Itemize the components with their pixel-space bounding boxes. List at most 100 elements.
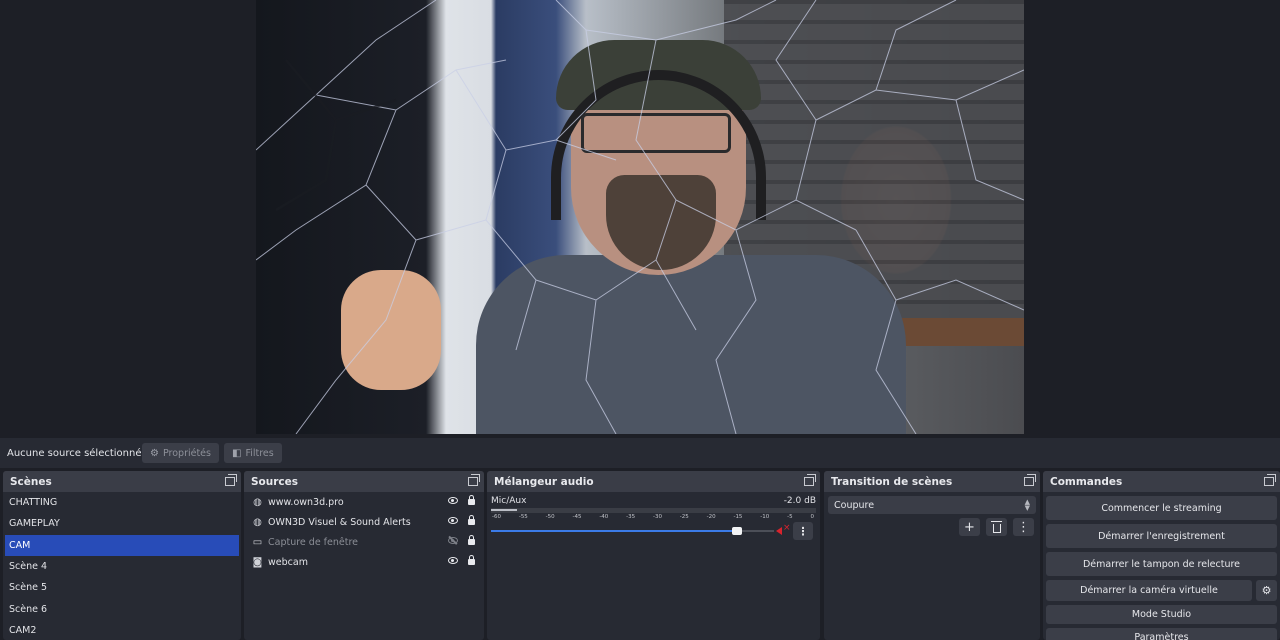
- channel-volume-db: -2.0 dB: [783, 496, 816, 506]
- properties-button[interactable]: ⚙ Propriétés: [142, 443, 219, 463]
- volume-slider[interactable]: [491, 525, 774, 537]
- scene-label: Scène 6: [9, 603, 48, 615]
- source-label: Capture de fenêtre: [268, 536, 359, 548]
- start-streaming-button[interactable]: Commencer le streaming: [1046, 496, 1277, 520]
- undock-icon[interactable]: [1024, 474, 1036, 486]
- transition-menu-button[interactable]: ⋮: [1013, 518, 1034, 536]
- meter-tick-label: -30: [652, 514, 662, 520]
- undock-icon[interactable]: [468, 474, 480, 486]
- transition-selected-value: Coupure: [834, 499, 875, 511]
- source-label: www.own3d.pro: [268, 496, 344, 508]
- controls-dock-title: Commandes: [1050, 475, 1123, 488]
- shattered-glass-overlay: [256, 0, 1024, 434]
- sources-dock-header: Sources: [244, 471, 484, 492]
- settings-button[interactable]: Paramètres: [1046, 628, 1277, 640]
- scene-item[interactable]: Scène 4: [3, 556, 241, 577]
- scene-label: CHATTING: [9, 497, 58, 509]
- virtual-camera-settings-button[interactable]: ⚙: [1256, 580, 1277, 601]
- scene-label: CAM: [9, 539, 31, 551]
- controls-dock-header: Commandes: [1043, 471, 1280, 492]
- visibility-toggle[interactable]: [444, 537, 462, 547]
- gear-icon: ⚙: [150, 447, 159, 459]
- source-label: webcam: [268, 556, 308, 568]
- source-item[interactable]: ◍ www.own3d.pro: [244, 492, 484, 512]
- gear-icon: ⚙: [1261, 584, 1272, 597]
- visibility-toggle[interactable]: [444, 517, 462, 527]
- meter-tick-label: -20: [706, 514, 716, 520]
- undock-icon[interactable]: [804, 474, 816, 486]
- scene-label: GAMEPLAY: [9, 518, 60, 530]
- filters-label: Filtres: [245, 447, 274, 459]
- meter-tick-label: -15: [733, 514, 743, 520]
- scene-item[interactable]: GAMEPLAY: [3, 513, 241, 534]
- meter-tick-label: -5: [787, 514, 793, 520]
- source-toolbar: Aucune source sélectionné ⚙ Propriétés ◧…: [0, 438, 1280, 468]
- channel-name: Mic/Aux: [491, 496, 527, 506]
- lock-icon: [467, 535, 475, 545]
- properties-label: Propriétés: [162, 447, 211, 459]
- selected-source-status: Aucune source sélectionné: [7, 447, 142, 459]
- meter-tick-label: -60: [492, 514, 501, 520]
- audio-mixer-dock-title: Mélangeur audio: [494, 475, 594, 488]
- source-item[interactable]: ◙ webcam: [244, 552, 484, 572]
- scenes-dock: Scènes CHATTING GAMEPLAY CAM Scène 4 Scè…: [3, 471, 241, 640]
- meter-tick-label: -35: [626, 514, 636, 520]
- source-item[interactable]: ◍ OWN3D Visuel & Sound Alerts: [244, 512, 484, 532]
- kebab-icon: ⋮: [1017, 519, 1030, 535]
- sources-dock-title: Sources: [251, 475, 299, 488]
- visibility-toggle[interactable]: [444, 497, 462, 507]
- mute-speaker-icon[interactable]: [775, 523, 791, 537]
- visibility-toggle[interactable]: [444, 557, 462, 567]
- channel-menu-button[interactable]: ⋮: [793, 522, 813, 540]
- meter-tick-label: -55: [518, 514, 528, 520]
- undock-icon[interactable]: [1264, 474, 1276, 486]
- updown-chevron-icon: ▲ ▼: [1024, 498, 1030, 512]
- lock-icon: [467, 495, 475, 505]
- controls-dock: Commandes Commencer le streaming Démarre…: [1043, 471, 1280, 640]
- scene-item[interactable]: Scène 6: [3, 598, 241, 619]
- lock-toggle[interactable]: [462, 535, 480, 547]
- lock-toggle[interactable]: [462, 555, 480, 567]
- meter-tick-label: 0: [810, 514, 814, 520]
- preview-canvas[interactable]: [256, 0, 1024, 434]
- meter-tick-label: -50: [545, 514, 555, 520]
- start-virtual-camera-button[interactable]: Démarrer la caméra virtuelle: [1046, 580, 1252, 601]
- transitions-dock-title: Transition de scènes: [831, 475, 953, 488]
- scene-item[interactable]: CAM2: [3, 620, 241, 640]
- audio-mixer-dock: Mélangeur audio Mic/Aux -2.0 dB -60 -55 -5…: [487, 471, 820, 640]
- lock-toggle[interactable]: [462, 515, 480, 527]
- scenes-dock-header: Scènes: [3, 471, 241, 492]
- scene-item[interactable]: CHATTING: [3, 492, 241, 513]
- remove-transition-button[interactable]: [986, 518, 1007, 536]
- start-replay-buffer-button[interactable]: Démarrer le tampon de relecture: [1046, 552, 1277, 576]
- scene-label: Scène 5: [9, 582, 48, 594]
- undock-icon[interactable]: [225, 474, 237, 486]
- filters-button[interactable]: ◧ Filtres: [223, 443, 282, 463]
- camera-icon: ◙: [252, 556, 263, 568]
- trash-icon: [990, 520, 1002, 533]
- scene-item[interactable]: Scène 5: [3, 577, 241, 598]
- scene-item-selected[interactable]: CAM: [5, 534, 239, 556]
- add-transition-button[interactable]: +: [959, 518, 980, 536]
- scenes-list: CHATTING GAMEPLAY CAM Scène 4 Scène 5 Sc…: [3, 492, 241, 640]
- meter-ticks: -60 -55 -50 -45 -40 -35 -30 -25 -20 -15 -10 -5 0: [491, 514, 816, 520]
- scene-label: Scène 4: [9, 561, 48, 573]
- start-recording-button[interactable]: Démarrer l'enregistrement: [1046, 524, 1277, 548]
- studio-mode-button[interactable]: Mode Studio: [1046, 605, 1277, 624]
- meter-tick-label: -25: [679, 514, 689, 520]
- transitions-dock-header: Transition de scènes: [824, 471, 1040, 492]
- source-label: OWN3D Visuel & Sound Alerts: [268, 516, 411, 528]
- scene-label: CAM2: [9, 624, 37, 636]
- mixer-channel: Mic/Aux -2.0 dB -60 -55 -50 -45 -40 -35 -30 -25…: [487, 492, 820, 540]
- lock-icon: [467, 555, 475, 565]
- meter-tick-label: -45: [572, 514, 582, 520]
- meter-tick-label: -10: [760, 514, 770, 520]
- sources-list: ◍ www.own3d.pro ◍ OWN3D Visuel & Sound A…: [244, 492, 484, 572]
- source-item[interactable]: ▭ Capture de fenêtre: [244, 532, 484, 552]
- scenes-dock-title: Scènes: [10, 475, 52, 488]
- slider-handle[interactable]: [732, 527, 743, 535]
- meter-level: [491, 509, 517, 511]
- lock-toggle[interactable]: [462, 495, 480, 507]
- transition-select[interactable]: Coupure ▲ ▼: [828, 496, 1036, 514]
- preview-area: [0, 0, 1280, 434]
